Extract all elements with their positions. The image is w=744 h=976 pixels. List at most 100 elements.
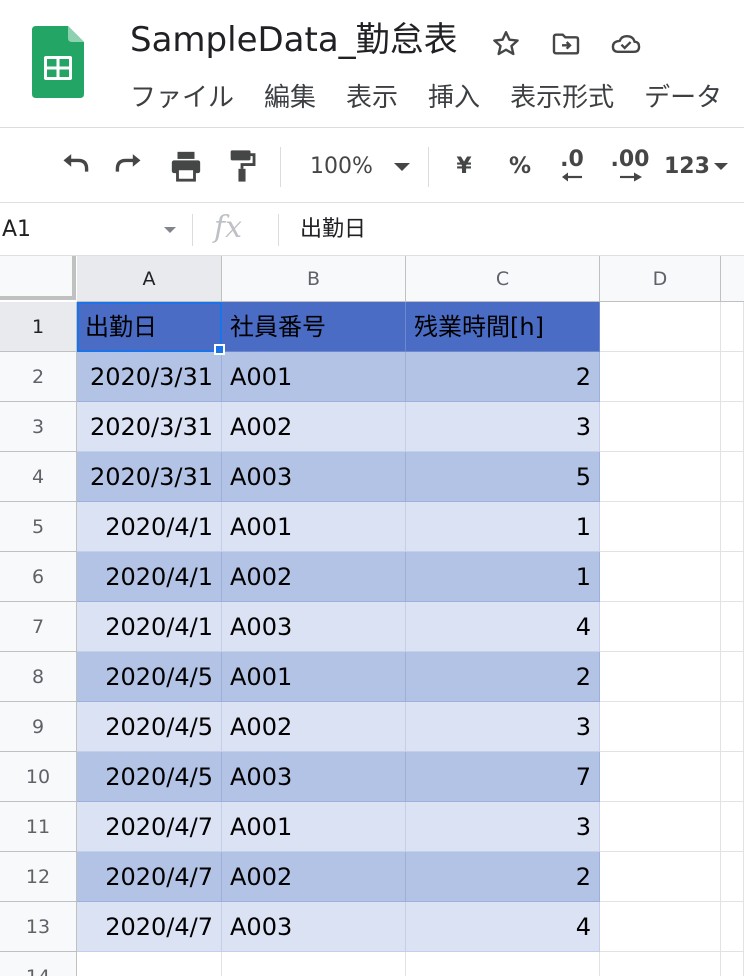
google-sheets-logo-icon[interactable] — [32, 26, 84, 98]
empty-cell[interactable] — [721, 852, 744, 902]
empty-cell[interactable] — [721, 952, 744, 976]
data-cell[interactable]: 2020/3/31 — [77, 452, 222, 502]
empty-cell[interactable] — [600, 652, 721, 702]
data-cell[interactable]: 4 — [406, 902, 600, 952]
formula-input[interactable]: 出勤日 — [300, 204, 366, 256]
print-icon[interactable] — [166, 145, 206, 187]
empty-cell[interactable] — [721, 452, 744, 502]
data-cell[interactable]: 2020/4/7 — [77, 902, 222, 952]
column-header-e[interactable] — [721, 256, 744, 302]
data-cell[interactable]: 7 — [406, 752, 600, 802]
decrease-decimal-button[interactable]: .0 — [552, 145, 592, 187]
move-to-folder-icon[interactable] — [548, 26, 584, 62]
fill-handle[interactable] — [214, 344, 225, 355]
zoom-select[interactable]: 100% — [298, 145, 422, 187]
column-header-d[interactable]: D — [600, 256, 721, 302]
empty-cell[interactable] — [600, 502, 721, 552]
empty-cell[interactable] — [721, 802, 744, 852]
data-cell[interactable]: 3 — [406, 402, 600, 452]
data-cell[interactable]: 2020/4/1 — [77, 602, 222, 652]
menu-edit[interactable]: 編集 — [264, 78, 316, 118]
column-header-b[interactable]: B — [222, 256, 406, 302]
data-cell[interactable]: A001 — [222, 802, 406, 852]
empty-cell[interactable] — [600, 852, 721, 902]
row-header[interactable]: 8 — [0, 652, 77, 702]
row-header[interactable]: 5 — [0, 502, 77, 552]
data-cell[interactable]: A002 — [222, 702, 406, 752]
menu-data[interactable]: データ — [644, 78, 722, 118]
cloud-status-icon[interactable] — [608, 26, 644, 62]
name-box[interactable]: A1 — [0, 204, 186, 256]
row-header[interactable]: 12 — [0, 852, 77, 902]
data-cell[interactable]: 1 — [406, 552, 600, 602]
empty-cell[interactable] — [600, 452, 721, 502]
data-cell[interactable]: 2020/4/1 — [77, 552, 222, 602]
document-title[interactable]: SampleData_勤怠表 — [130, 18, 458, 62]
increase-decimal-button[interactable]: .00 — [606, 145, 654, 187]
row-header[interactable]: 11 — [0, 802, 77, 852]
data-cell[interactable]: A003 — [222, 752, 406, 802]
data-cell[interactable]: 2 — [406, 352, 600, 402]
data-cell[interactable]: A002 — [222, 852, 406, 902]
empty-cell[interactable] — [600, 702, 721, 752]
header-cell[interactable]: 出勤日 — [77, 302, 222, 352]
redo-icon[interactable] — [110, 145, 150, 187]
data-cell[interactable]: A003 — [222, 602, 406, 652]
header-cell[interactable]: 社員番号 — [222, 302, 406, 352]
data-cell[interactable]: 2 — [406, 652, 600, 702]
column-header-a[interactable]: A — [77, 256, 222, 302]
data-cell[interactable]: A002 — [222, 552, 406, 602]
data-cell[interactable]: A002 — [222, 402, 406, 452]
empty-cell[interactable] — [721, 602, 744, 652]
data-cell[interactable]: 2020/3/31 — [77, 352, 222, 402]
data-cell[interactable]: 5 — [406, 452, 600, 502]
data-cell[interactable]: A003 — [222, 902, 406, 952]
data-cell[interactable]: 1 — [406, 502, 600, 552]
data-cell[interactable]: 2020/4/5 — [77, 752, 222, 802]
row-header[interactable]: 13 — [0, 902, 77, 952]
data-cell[interactable]: 2020/4/5 — [77, 652, 222, 702]
data-cell[interactable]: 2020/4/5 — [77, 702, 222, 752]
menu-view[interactable]: 表示 — [346, 78, 398, 118]
empty-cell[interactable] — [721, 652, 744, 702]
paint-format-icon[interactable] — [222, 145, 262, 187]
more-formats-button[interactable]: 123 — [664, 145, 728, 187]
data-cell[interactable]: 2020/4/1 — [77, 502, 222, 552]
row-header[interactable]: 10 — [0, 752, 77, 802]
select-all-corner[interactable] — [0, 256, 76, 300]
undo-icon[interactable] — [54, 145, 94, 187]
menu-insert[interactable]: 挿入 — [428, 78, 480, 118]
empty-cell[interactable] — [600, 902, 721, 952]
empty-cell[interactable] — [721, 402, 744, 452]
empty-cell[interactable] — [406, 952, 600, 976]
menu-format[interactable]: 表示形式 — [510, 78, 614, 118]
data-cell[interactable]: A001 — [222, 352, 406, 402]
row-header[interactable]: 6 — [0, 552, 77, 602]
empty-cell[interactable] — [600, 352, 721, 402]
format-percent-button[interactable]: % — [502, 145, 538, 187]
empty-cell[interactable] — [721, 552, 744, 602]
row-header[interactable]: 2 — [0, 352, 77, 402]
empty-cell[interactable] — [721, 752, 744, 802]
row-header[interactable]: 9 — [0, 702, 77, 752]
empty-cell[interactable] — [600, 952, 721, 976]
empty-cell[interactable] — [721, 702, 744, 752]
empty-cell[interactable] — [721, 302, 744, 352]
data-cell[interactable]: A001 — [222, 652, 406, 702]
data-cell[interactable]: 2020/4/7 — [77, 802, 222, 852]
data-cell[interactable]: 2 — [406, 852, 600, 902]
data-cell[interactable]: 3 — [406, 702, 600, 752]
column-header-c[interactable]: C — [406, 256, 600, 302]
data-cell[interactable]: 4 — [406, 602, 600, 652]
empty-cell[interactable] — [77, 952, 222, 976]
star-icon[interactable] — [488, 26, 524, 62]
empty-cell[interactable] — [222, 952, 406, 976]
empty-cell[interactable] — [721, 352, 744, 402]
row-header[interactable]: 7 — [0, 602, 77, 652]
row-header[interactable]: 4 — [0, 452, 77, 502]
format-currency-button[interactable]: ¥ — [446, 145, 482, 187]
empty-cell[interactable] — [600, 402, 721, 452]
empty-cell[interactable] — [600, 602, 721, 652]
empty-cell[interactable] — [721, 902, 744, 952]
row-header[interactable]: 1 — [0, 302, 77, 352]
